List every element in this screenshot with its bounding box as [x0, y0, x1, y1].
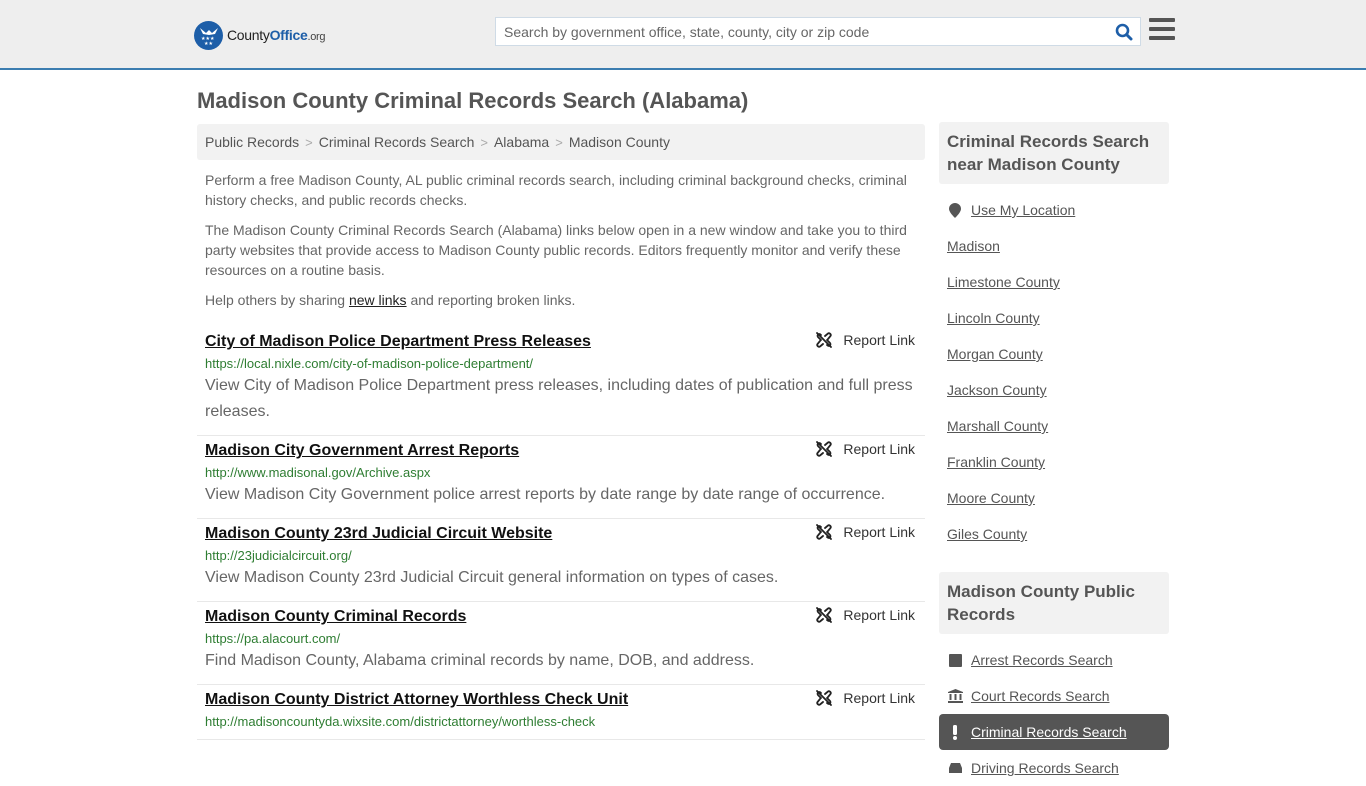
- report-link-button[interactable]: Report Link: [816, 332, 915, 348]
- exclamation-icon: [947, 724, 963, 740]
- public-records-list: Arrest Records Search Court Records Searc…: [939, 634, 1169, 786]
- report-link-label: Report Link: [843, 524, 915, 540]
- logo-text: CountyOffice.org: [227, 27, 326, 43]
- report-link-button[interactable]: Report Link: [816, 690, 915, 706]
- search-bar: [495, 17, 1141, 46]
- nearby-item: Morgan County: [947, 336, 1169, 372]
- nearby-list: Use My Location Madison Limestone County L…: [939, 184, 1169, 560]
- broken-link-icon: [816, 441, 833, 457]
- courthouse-icon: [947, 689, 963, 703]
- search-button[interactable]: [1108, 18, 1140, 45]
- result-description: View Madison City Government police arre…: [205, 486, 886, 503]
- public-records-heading: Madison County Public Records: [939, 572, 1169, 634]
- broken-link-icon: [816, 607, 833, 623]
- public-records-link[interactable]: Criminal Records Search: [971, 724, 1127, 740]
- public-records-link[interactable]: Driving Records Search: [971, 760, 1119, 776]
- site-header: ★★★ ★★ CountyOffice.org: [0, 0, 1366, 70]
- broken-link-icon: [816, 524, 833, 540]
- result-item: Madison County 23rd Judicial Circuit Web…: [197, 519, 925, 602]
- nearby-item: Marshall County: [947, 408, 1169, 444]
- public-records-item: Driving Records Search: [939, 750, 1169, 786]
- page-title: Madison County Criminal Records Search (…: [197, 88, 749, 113]
- svg-text:★★: ★★: [204, 41, 213, 45]
- result-item: Madison County District Attorney Worthle…: [197, 685, 925, 740]
- use-my-location-item: Use My Location: [947, 192, 1169, 228]
- result-title-link[interactable]: Madison County 23rd Judicial Circuit Web…: [205, 525, 552, 543]
- intro-paragraph-3: Help others by sharing new links and rep…: [205, 292, 576, 308]
- nearby-heading: Criminal Records Search near Madison Cou…: [939, 122, 1169, 184]
- public-records-item: Arrest Records Search: [939, 642, 1169, 678]
- site-logo[interactable]: ★★★ ★★ CountyOffice.org: [194, 20, 326, 50]
- report-link-label: Report Link: [843, 690, 915, 706]
- breadcrumb-separator: >: [305, 134, 313, 150]
- result-item: Madison County Criminal Records Report Li…: [197, 602, 925, 685]
- nearby-link[interactable]: Franklin County: [947, 454, 1045, 470]
- result-title-link[interactable]: City of Madison Police Department Press …: [205, 333, 591, 351]
- public-records-link[interactable]: Arrest Records Search: [971, 652, 1113, 668]
- public-records-link[interactable]: Court Records Search: [971, 688, 1110, 704]
- report-link-label: Report Link: [843, 332, 915, 348]
- map-marker-icon: [947, 202, 963, 218]
- breadcrumb-separator: >: [480, 134, 488, 150]
- square-icon: [947, 653, 963, 667]
- breadcrumb-public-records[interactable]: Public Records: [205, 134, 299, 150]
- new-links-link[interactable]: new links: [349, 292, 407, 308]
- result-title-link[interactable]: Madison City Government Arrest Reports: [205, 442, 519, 460]
- result-description: View Madison County 23rd Judicial Circui…: [205, 569, 779, 586]
- result-item: City of Madison Police Department Press …: [197, 327, 925, 436]
- result-description: Find Madison County, Alabama criminal re…: [205, 652, 755, 669]
- nearby-item: Moore County: [947, 480, 1169, 516]
- eagle-logo-icon: ★★★ ★★: [194, 20, 223, 50]
- breadcrumb-alabama[interactable]: Alabama: [494, 134, 549, 150]
- result-title-link[interactable]: Madison County District Attorney Worthle…: [205, 691, 628, 709]
- intro-paragraph-1: Perform a free Madison County, AL public…: [205, 172, 907, 208]
- nearby-link[interactable]: Moore County: [947, 490, 1035, 506]
- result-url: http://23judicialcircuit.org/: [205, 548, 352, 563]
- result-url: http://www.madisonal.gov/Archive.aspx: [205, 465, 431, 480]
- result-title-link[interactable]: Madison County Criminal Records: [205, 608, 466, 626]
- broken-link-icon: [816, 690, 833, 706]
- public-records-item: Criminal Records Search: [939, 714, 1169, 750]
- nearby-link[interactable]: Lincoln County: [947, 310, 1040, 326]
- report-link-button[interactable]: Report Link: [816, 441, 915, 457]
- report-link-label: Report Link: [843, 441, 915, 457]
- nearby-link[interactable]: Morgan County: [947, 346, 1043, 362]
- breadcrumb: Public Records > Criminal Records Search…: [197, 124, 925, 160]
- nearby-link[interactable]: Marshall County: [947, 418, 1048, 434]
- use-my-location-link[interactable]: Use My Location: [971, 202, 1075, 218]
- nearby-link[interactable]: Jackson County: [947, 382, 1047, 398]
- nearby-item: Franklin County: [947, 444, 1169, 480]
- nearby-link[interactable]: Limestone County: [947, 274, 1060, 290]
- hamburger-menu-icon[interactable]: [1149, 18, 1175, 42]
- intro-text: Perform a free Madison County, AL public…: [205, 170, 920, 320]
- breadcrumb-separator: >: [555, 134, 563, 150]
- result-url: https://local.nixle.com/city-of-madison-…: [205, 356, 534, 371]
- result-url: https://pa.alacourt.com/: [205, 631, 341, 646]
- sidebar: Criminal Records Search near Madison Cou…: [939, 122, 1169, 786]
- nearby-item: Jackson County: [947, 372, 1169, 408]
- intro-paragraph-2: The Madison County Criminal Records Sear…: [205, 222, 907, 278]
- public-records-item: Court Records Search: [939, 678, 1169, 714]
- search-icon: [1115, 23, 1133, 40]
- result-description: View City of Madison Police Department p…: [205, 377, 913, 420]
- report-link-button[interactable]: Report Link: [816, 524, 915, 540]
- nearby-link[interactable]: Giles County: [947, 526, 1027, 542]
- broken-link-icon: [816, 332, 833, 348]
- nearby-item: Lincoln County: [947, 300, 1169, 336]
- result-url: http://madisoncountyda.wixsite.com/distr…: [205, 714, 596, 729]
- breadcrumb-criminal-records-search[interactable]: Criminal Records Search: [319, 134, 475, 150]
- breadcrumb-madison-county[interactable]: Madison County: [569, 134, 670, 150]
- results-list: City of Madison Police Department Press …: [197, 327, 925, 740]
- nearby-item: Limestone County: [947, 264, 1169, 300]
- nearby-item: Madison: [947, 228, 1169, 264]
- car-icon: [947, 762, 963, 775]
- result-item: Madison City Government Arrest Reports Re…: [197, 436, 925, 519]
- report-link-label: Report Link: [843, 607, 915, 623]
- search-input[interactable]: [496, 18, 1108, 45]
- nearby-link[interactable]: Madison: [947, 238, 1000, 254]
- report-link-button[interactable]: Report Link: [816, 607, 915, 623]
- nearby-item: Giles County: [947, 516, 1169, 552]
